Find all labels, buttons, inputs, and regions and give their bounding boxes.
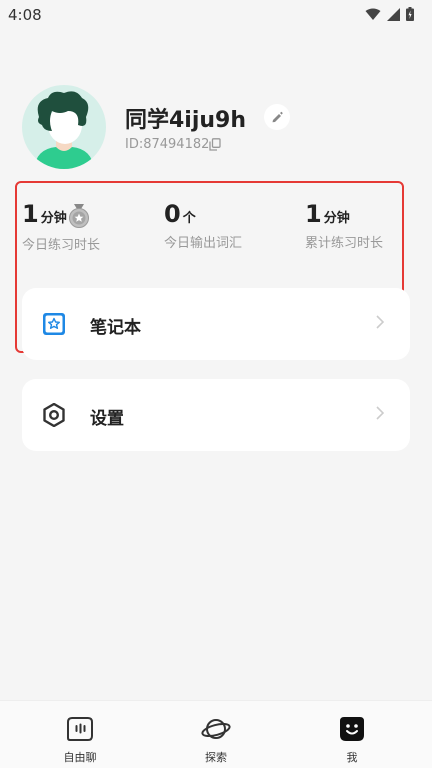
notebook-card[interactable]: 笔记本 [22, 288, 410, 360]
smiley-icon [340, 717, 364, 741]
stat-unit: 分钟 [40, 211, 67, 226]
stat-label: 累计练习时长 [305, 236, 384, 251]
battery-icon [406, 7, 414, 21]
nav-me[interactable]: 我 [322, 715, 382, 765]
wifi-icon [365, 8, 381, 20]
status-icons [365, 7, 414, 21]
stat-unit: 分钟 [323, 211, 350, 226]
stat-label: 今日练习时长 [22, 237, 101, 253]
status-time: 4:08 [8, 6, 42, 24]
username: 同学4iju9h [125, 108, 247, 133]
stat-value: 1 [22, 200, 39, 228]
avatar-illustration [34, 91, 94, 169]
signal-icon [387, 7, 400, 21]
medal-icon [68, 203, 89, 228]
notebook-label: 笔记本 [90, 318, 141, 338]
chat-icon [67, 717, 93, 741]
copy-icon[interactable] [209, 138, 221, 151]
stat-today-practice: 1 分钟 今日练习时长 [22, 200, 100, 253]
avatar[interactable] [22, 85, 106, 169]
status-bar: 4:08 [0, 0, 432, 32]
settings-card[interactable]: 设置 [22, 379, 410, 451]
stat-value: 1 [305, 200, 322, 228]
stat-today-vocab: 0个 今日输出词汇 [164, 200, 242, 251]
hexagon-settings-icon [43, 403, 65, 427]
chevron-right-icon [376, 315, 384, 329]
edit-name-button[interactable] [264, 104, 290, 130]
bottom-nav: 自由聊 探索 我 [0, 700, 432, 768]
stat-total-practice: 1 分钟 累计练习时长 [305, 200, 383, 251]
nav-free-chat[interactable]: 自由聊 [50, 715, 110, 765]
stat-value: 0 [164, 200, 181, 228]
pencil-icon [272, 111, 283, 123]
nav-label: 探索 [205, 751, 227, 764]
planet-icon [201, 719, 231, 739]
nav-label: 我 [346, 751, 358, 764]
star-notebook-icon [43, 313, 65, 335]
stat-label: 今日输出词汇 [164, 236, 243, 251]
nav-explore[interactable]: 探索 [186, 715, 246, 765]
nav-label: 自由聊 [63, 751, 97, 764]
chevron-right-icon [376, 406, 384, 420]
user-id: ID:87494182 [125, 137, 210, 152]
stat-unit: 个 [182, 211, 196, 226]
settings-label: 设置 [90, 409, 124, 429]
